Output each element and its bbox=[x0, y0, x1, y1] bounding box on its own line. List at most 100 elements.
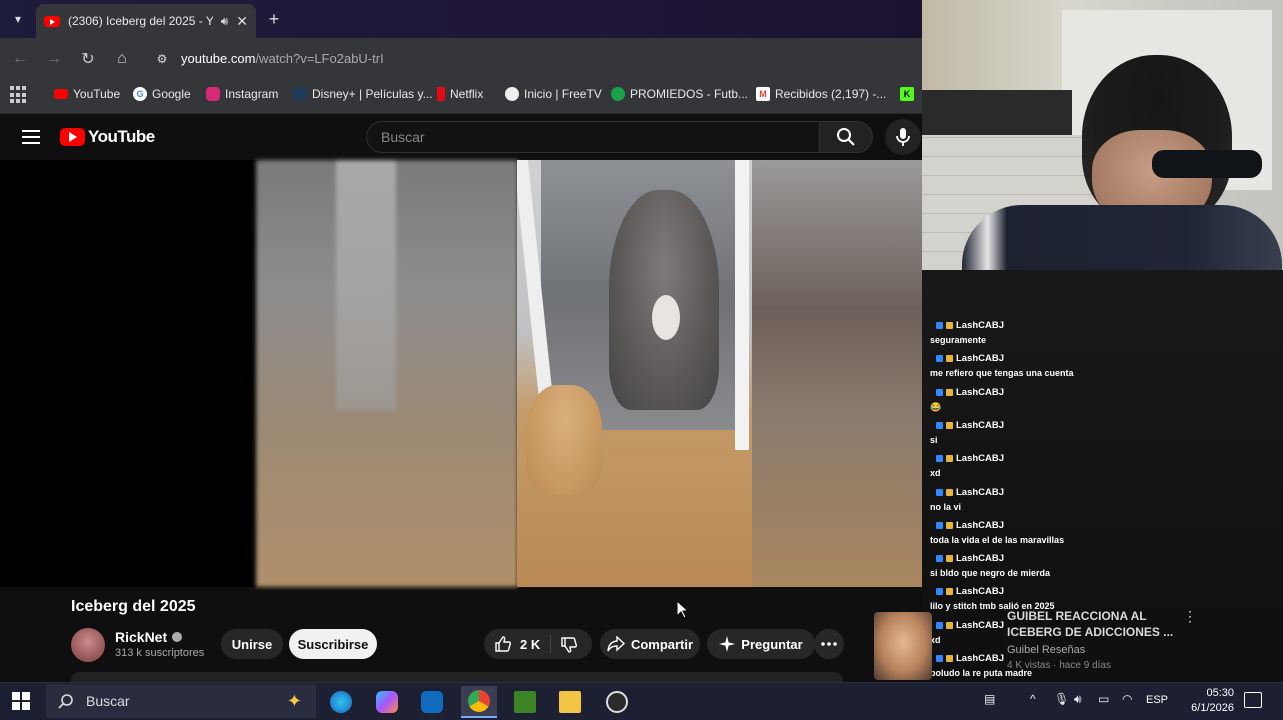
subscriber-badge-icon bbox=[936, 555, 943, 563]
minecraft-app[interactable] bbox=[507, 686, 543, 718]
chat-username[interactable]: LashCABJ bbox=[930, 420, 1004, 431]
subscriber-badge-icon bbox=[936, 388, 943, 396]
tray-apps-icon[interactable]: ▤ bbox=[984, 692, 995, 706]
chat-username[interactable]: LashCABJ bbox=[930, 353, 1074, 364]
microphone-icon bbox=[896, 128, 910, 146]
subscriber-badge-icon bbox=[936, 488, 943, 496]
chat-username[interactable]: LashCABJ bbox=[930, 387, 1004, 398]
clock-date: 6/1/2026 bbox=[1191, 702, 1234, 714]
dislike-button[interactable] bbox=[560, 636, 578, 659]
subscribe-button[interactable]: Suscribirse bbox=[289, 629, 377, 659]
webcam-overlay bbox=[922, 0, 1283, 270]
bookmark-youtube[interactable]: YouTube bbox=[54, 86, 120, 102]
bookmark-gmail[interactable]: M Recibidos (2,197) -... bbox=[756, 86, 886, 102]
taskbar-search[interactable]: Buscar ✦ bbox=[46, 684, 316, 718]
voice-search-button[interactable] bbox=[885, 119, 921, 155]
freetv-icon bbox=[505, 87, 519, 101]
taskbar-clock[interactable]: 05:30 6/1/2026 bbox=[1184, 686, 1234, 716]
crown-badge-icon bbox=[946, 521, 953, 529]
apps-grid-icon[interactable] bbox=[10, 86, 28, 104]
home-icon[interactable]: ⌂ bbox=[111, 48, 133, 70]
description-box[interactable] bbox=[71, 672, 843, 682]
bookmark-promiedos[interactable]: PROMIEDOS - Futb... bbox=[611, 86, 748, 102]
chat-text: toda la vida el de las maravillas bbox=[930, 534, 1065, 545]
sparkle-icon bbox=[719, 636, 736, 652]
suggested-video-thumbnail[interactable] bbox=[874, 612, 932, 680]
youtube-logo[interactable]: YouTube bbox=[60, 127, 155, 147]
bookmark-freetv[interactable]: Inicio | FreeTV bbox=[505, 86, 602, 102]
tab-search-chevron-icon[interactable]: ▾ bbox=[6, 8, 30, 30]
bookmark-netflix[interactable]: Netflix bbox=[437, 86, 483, 102]
search-button[interactable] bbox=[819, 121, 873, 153]
channel-name[interactable]: RickNet bbox=[115, 629, 183, 645]
chat-text: si bldo que negro de mierda bbox=[930, 568, 1051, 579]
chat-text: si bbox=[930, 434, 938, 445]
suggested-video-title[interactable]: GUIBEL REACCIONA AL ICEBERG DE ADICCIONE… bbox=[1007, 608, 1177, 640]
chat-text: seguramente bbox=[930, 335, 987, 345]
microphone-icon[interactable]: 🎙︎ bbox=[1054, 692, 1069, 706]
speaker-icon[interactable]: 🔊︎ bbox=[221, 14, 229, 29]
bookmark-google[interactable]: G Google bbox=[133, 86, 191, 102]
windows-start-icon[interactable] bbox=[12, 692, 30, 710]
chat-username[interactable]: LashCABJ bbox=[930, 620, 1004, 631]
subscriber-badge-icon bbox=[936, 621, 943, 629]
outlook-app[interactable] bbox=[414, 686, 450, 718]
wifi-icon[interactable]: ◠ bbox=[1122, 692, 1132, 706]
join-button[interactable]: Unirse bbox=[221, 629, 283, 659]
back-arrow-icon[interactable]: ← bbox=[9, 48, 31, 70]
new-tab-button[interactable]: + bbox=[262, 8, 286, 30]
disney-icon bbox=[293, 87, 307, 101]
subscriber-count: 313 k suscriptores bbox=[115, 647, 205, 659]
search-icon bbox=[58, 694, 73, 709]
more-vertical-icon[interactable]: ⋮ bbox=[1183, 608, 1197, 625]
chat-text: xd bbox=[930, 468, 941, 479]
obs-icon bbox=[606, 691, 628, 713]
gmail-icon: M bbox=[756, 87, 770, 101]
browser-toolbar bbox=[0, 38, 922, 80]
chat-text: me refiero que tengas una cuenta bbox=[930, 368, 1074, 379]
instagram-icon bbox=[206, 87, 220, 101]
chat-username[interactable]: LashCABJ bbox=[930, 586, 1055, 597]
crown-badge-icon bbox=[946, 421, 953, 429]
volume-icon[interactable]: 🔊︎ bbox=[1074, 692, 1082, 707]
chat-username[interactable]: LashCABJ bbox=[930, 453, 1004, 464]
close-tab-icon[interactable]: ✕ bbox=[236, 13, 248, 30]
chat-username[interactable]: LashCABJ bbox=[930, 520, 1064, 531]
browser-tab[interactable]: (2306) Iceberg del 2025 - Y 🔊︎ ✕ bbox=[36, 4, 256, 38]
chrome-app[interactable] bbox=[461, 686, 497, 718]
tray-chevron-icon[interactable]: ^ bbox=[1030, 692, 1036, 706]
notification-icon[interactable] bbox=[1244, 692, 1262, 708]
crown-badge-icon bbox=[946, 355, 953, 363]
copilot-app[interactable] bbox=[369, 686, 405, 718]
search-input[interactable]: Buscar bbox=[366, 121, 820, 153]
chat-username[interactable]: LashCABJ bbox=[930, 487, 1004, 498]
crown-badge-icon bbox=[946, 621, 953, 629]
reload-icon[interactable]: ↻ bbox=[77, 48, 99, 70]
chrome-icon bbox=[468, 690, 490, 712]
tab-title: (2306) Iceberg del 2025 - Y bbox=[68, 14, 213, 28]
chat-username[interactable]: LashCABJ bbox=[930, 553, 1050, 564]
edge-icon bbox=[330, 691, 352, 713]
share-button[interactable]: Compartir bbox=[600, 629, 700, 659]
ask-button[interactable]: Preguntar bbox=[707, 629, 815, 659]
bookmark-disney[interactable]: Disney+ | Películas y... bbox=[293, 86, 433, 102]
subscriber-badge-icon bbox=[936, 655, 943, 662]
menu-icon[interactable] bbox=[22, 130, 40, 144]
forward-arrow-icon[interactable]: → bbox=[43, 48, 65, 70]
obs-app[interactable] bbox=[599, 686, 635, 718]
battery-icon[interactable]: ▭ bbox=[1098, 692, 1109, 706]
like-count: 2 K bbox=[520, 636, 541, 652]
chat-message: LashCABJ xd bbox=[930, 620, 1004, 645]
more-actions-button[interactable] bbox=[814, 629, 844, 659]
suggested-video-channel: Guibel Reseñas bbox=[1007, 644, 1086, 656]
address-bar[interactable]: youtube.com/watch?v=LFo2abU-trI bbox=[181, 51, 384, 66]
bookmark-kick[interactable]: K bbox=[900, 86, 914, 102]
bookmark-instagram[interactable]: Instagram bbox=[206, 86, 278, 102]
language-indicator[interactable]: ESP bbox=[1146, 694, 1168, 706]
channel-avatar[interactable] bbox=[71, 628, 105, 662]
file-explorer-app[interactable] bbox=[552, 686, 588, 718]
chat-username[interactable]: LashCABJ bbox=[930, 320, 1004, 331]
edge-app[interactable] bbox=[323, 686, 359, 718]
kick-icon: K bbox=[900, 87, 914, 101]
site-settings-icon[interactable]: ⚙ bbox=[152, 50, 172, 68]
